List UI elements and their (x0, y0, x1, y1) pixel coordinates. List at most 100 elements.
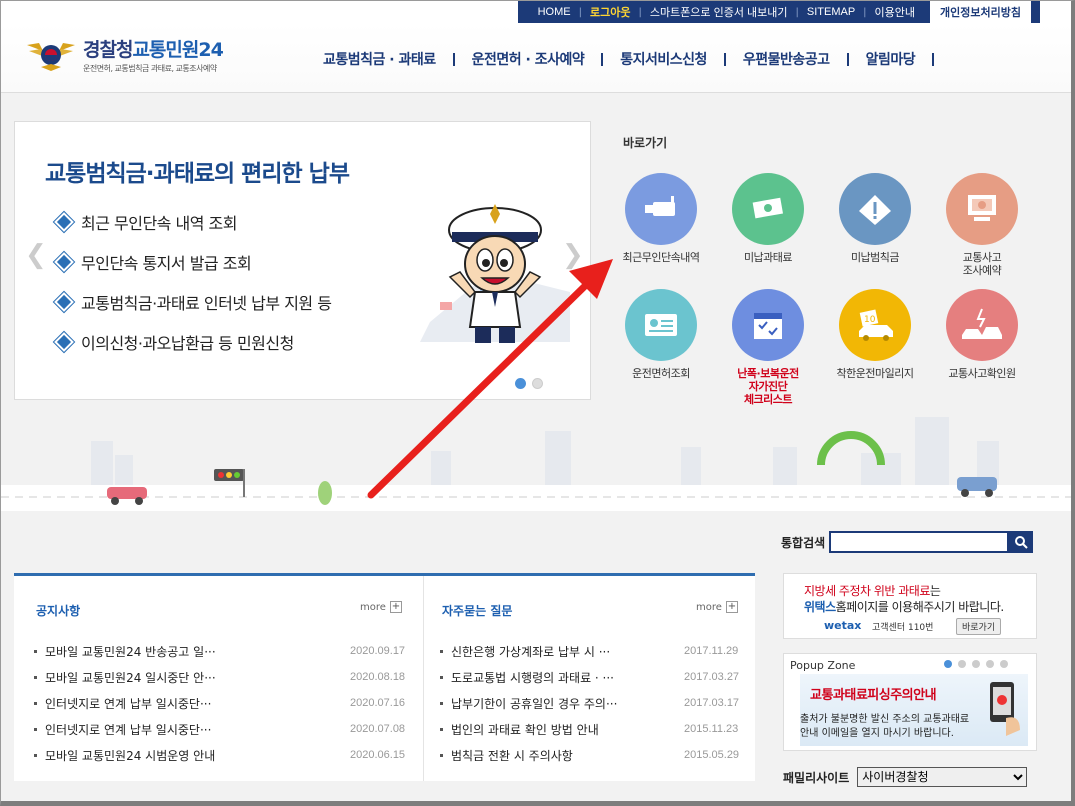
quick-link-label-line: 교통사고확인원 (948, 367, 1016, 380)
wetax-banner-line1: 지방세 주정차 위반 과태료는 (804, 582, 941, 599)
popup-zone: Popup Zone 교통과태료피싱주의안내 출처가 불분명한 발신 주소의 교… (783, 653, 1037, 751)
plus-icon: + (389, 601, 402, 613)
quick-link-unpaid-fine[interactable]: 미납과태료 (718, 173, 818, 264)
license-icon (625, 289, 697, 361)
search-label: 통합검색 (781, 535, 826, 550)
list-item[interactable]: 신한은행 가상계좌로 납부 시 ··· 2017.11.29 (440, 638, 738, 664)
nav-license-reservation[interactable]: 운전면허 · 조사예약 (455, 49, 602, 69)
banner-feature-list: 최근 무인단속 내역 조회 무인단속 통지서 발급 조회 교통범칙금·과태료 인… (56, 202, 332, 362)
list-item[interactable]: 도로교통법 시행령의 과태료 · ··· 2017.03.27 (440, 664, 739, 690)
banner-item: 교통범칙금·과태료 인터넷 납부 지원 등 (56, 282, 332, 322)
banner-dot[interactable] (532, 378, 543, 389)
camera-icon (625, 173, 697, 245)
list-item-date: 2020.09.17 (350, 645, 406, 657)
quick-link-label-line: 운전면허조회 (632, 367, 690, 380)
popup-dot-active[interactable] (944, 660, 952, 668)
quick-link-label: 운전면허조회 (611, 367, 711, 380)
list-item-date: 2017.03.27 (684, 671, 740, 683)
quick-link-good-driving-mileage[interactable]: 10 착한운전마일리지 (825, 289, 925, 380)
banner-item-text: 이의신청·과오납환급 등 민원신청 (81, 334, 294, 353)
list-item[interactable]: 납부기한이 공휴일인 경우 주의··· 2017.03.17 (440, 690, 739, 716)
notice-more-button[interactable]: more + (360, 601, 402, 613)
quick-link-accident-certificate[interactable]: 교통사고확인원 (932, 289, 1032, 380)
export-cert-link[interactable]: 스마트폰으로 인증서 내보내기 (642, 4, 796, 20)
warning-icon (839, 173, 911, 245)
banner-dot-active[interactable] (515, 378, 526, 389)
list-item-date: 2017.03.17 (684, 697, 740, 709)
list-item-date: 2015.05.29 (684, 749, 740, 761)
list-item[interactable]: 모바일 교통민원24 일시중단 안··· 2020.08.18 (34, 664, 405, 690)
banner-title: 교통범칙금·과태료의 편리한 납부 (45, 161, 350, 187)
phishing-warning-title: 교통과태료피싱주의안내 (810, 688, 937, 703)
nav-divider (932, 52, 935, 66)
search-button[interactable] (1009, 531, 1034, 553)
list-item[interactable]: 인터넷지로 연계 납부 일시중단··· 2020.07.08 (34, 716, 405, 742)
list-item-text: 모바일 교통민원24 반송공고 일··· (45, 644, 216, 659)
nav-returned-mail[interactable]: 우편물반송공고 (726, 49, 847, 69)
logout-link[interactable]: 로그아웃 (582, 4, 638, 20)
list-item-text: 모바일 교통민원24 일시중단 안··· (45, 670, 216, 685)
quick-link-label: 최근무인단속내역 (611, 251, 711, 264)
phishing-warning-banner[interactable]: 교통과태료피싱주의안내 출처가 불분명한 발신 주소의 교통과태료 안내 이메일… (800, 674, 1028, 746)
faq-board-title[interactable]: 자주묻는 질문 (442, 602, 512, 619)
nav-fines[interactable]: 교통범칙금 · 과태료 (306, 49, 453, 69)
quick-link-recent-enforcement[interactable]: 최근무인단속내역 (611, 173, 711, 264)
guide-link[interactable]: 이용안내 (867, 4, 923, 20)
list-item-date: 2020.08.18 (350, 671, 406, 683)
home-link[interactable]: HOME (530, 6, 579, 18)
quick-link-reckless-driving-checklist[interactable]: 난폭·보복운전 자가진단 체크리스트 (718, 289, 818, 406)
notice-board: 공지사항 more + 모바일 교통민원24 반송공고 일··· 2020.09.1… (14, 576, 423, 781)
privacy-policy-link[interactable]: 개인정보처리방침 (929, 1, 1032, 24)
list-item-text: 범칙금 전환 시 주의사항 (451, 748, 573, 763)
logo-brand-service: 교통민원24 (132, 39, 223, 61)
banner-prev-arrow-icon[interactable]: ❮ (25, 240, 47, 270)
list-item[interactable]: 모바일 교통민원24 시범운영 안내 2020.06.15 (34, 742, 405, 768)
list-item-date: 2015.11.23 (684, 723, 739, 735)
list-item-text: 신한은행 가상계좌로 납부 시 ··· (451, 644, 611, 659)
sitemap-link[interactable]: SITEMAP (799, 6, 863, 18)
list-item-text: 인터넷지로 연계 납부 일시중단··· (45, 722, 212, 737)
faq-more-button[interactable]: more + (696, 601, 738, 613)
faq-board: 자주묻는 질문 more + 신한은행 가상계좌로 납부 시 ··· 2017.11… (423, 576, 755, 781)
site-header: 경찰청교통민원24 운전면허, 교통범칙금 과태료, 교통조사예약 교통범칙금 … (1, 23, 1071, 93)
quick-link-label-line: 체크리스트 (743, 393, 793, 406)
family-sites-select[interactable]: 사이버경찰청 (857, 767, 1028, 787)
list-item[interactable]: 인터넷지로 연계 납부 일시중단··· 2020.07.16 (34, 690, 405, 716)
popup-dot[interactable] (958, 660, 966, 668)
banner-item: 최근 무인단속 내역 조회 (56, 202, 331, 242)
logo-titles: 경찰청교통민원24 운전면허, 교통범칙금 과태료, 교통조사예약 (83, 35, 224, 74)
quick-link-label: 미납범칙금 (825, 251, 925, 264)
quick-link-license-check[interactable]: 운전면허조회 (611, 289, 711, 380)
quick-link-unpaid-penalty[interactable]: 미납범칙금 (825, 173, 925, 264)
more-label: more (696, 601, 722, 613)
wetax-banner[interactable]: 지방세 주정차 위반 과태료는 위택스홈페이지를 이용해주시기 바랍니다. we… (783, 573, 1037, 639)
list-item-text: 도로교통법 시행령의 과태료 · ··· (451, 670, 614, 685)
banner-item-text: 최근 무인단속 내역 조회 (81, 214, 237, 233)
banner-item-text: 교통범칙금·과태료 인터넷 납부 지원 등 (81, 294, 332, 313)
nav-notice-board[interactable]: 알림마당 (849, 49, 933, 69)
quick-link-label-line: 자가진단 (748, 380, 788, 393)
popup-dot[interactable] (1000, 660, 1008, 668)
notice-board-title[interactable]: 공지사항 (36, 602, 80, 619)
search-input[interactable] (829, 531, 1010, 553)
logo-brand-police: 경찰청 (83, 39, 133, 61)
list-item[interactable]: 법인의 과태료 확인 방법 안내 2015.11.23 (440, 716, 738, 742)
quick-link-accident-reservation[interactable]: 교통사고 조사예약 (932, 173, 1032, 277)
popup-dot[interactable] (986, 660, 994, 668)
money-icon (732, 173, 804, 245)
popup-dot[interactable] (972, 660, 980, 668)
list-item-date: 2020.07.08 (350, 723, 406, 735)
list-item[interactable]: 범칙금 전환 시 주의사항 2015.05.29 (440, 742, 739, 768)
nav-notification-service[interactable]: 통지서비스신청 (603, 49, 724, 69)
quick-link-label-line: 미납과태료 (743, 251, 793, 264)
list-item[interactable]: 모바일 교통민원24 반송공고 일··· 2020.09.17 (34, 638, 405, 664)
banner-item-text: 무인단속 통지서 발급 조회 (81, 254, 252, 273)
quick-link-label: 난폭·보복운전 자가진단 체크리스트 (718, 367, 818, 406)
browser-frame: HOME | 로그아웃 | 스마트폰으로 인증서 내보내기 | SITEMAP … (0, 0, 1075, 806)
calendar-check-icon (732, 289, 804, 361)
phishing-warning-text: 출처가 불분명한 발신 주소의 교통과태료 (800, 714, 970, 725)
site-logo[interactable]: 경찰청교통민원24 운전면허, 교통범칙금 과태료, 교통조사예약 (25, 35, 224, 74)
quick-link-label-line: 난폭·보복운전 (737, 367, 799, 380)
list-item-date: 2020.07.16 (350, 697, 406, 709)
wetax-go-button[interactable]: 바로가기 (956, 618, 1002, 635)
